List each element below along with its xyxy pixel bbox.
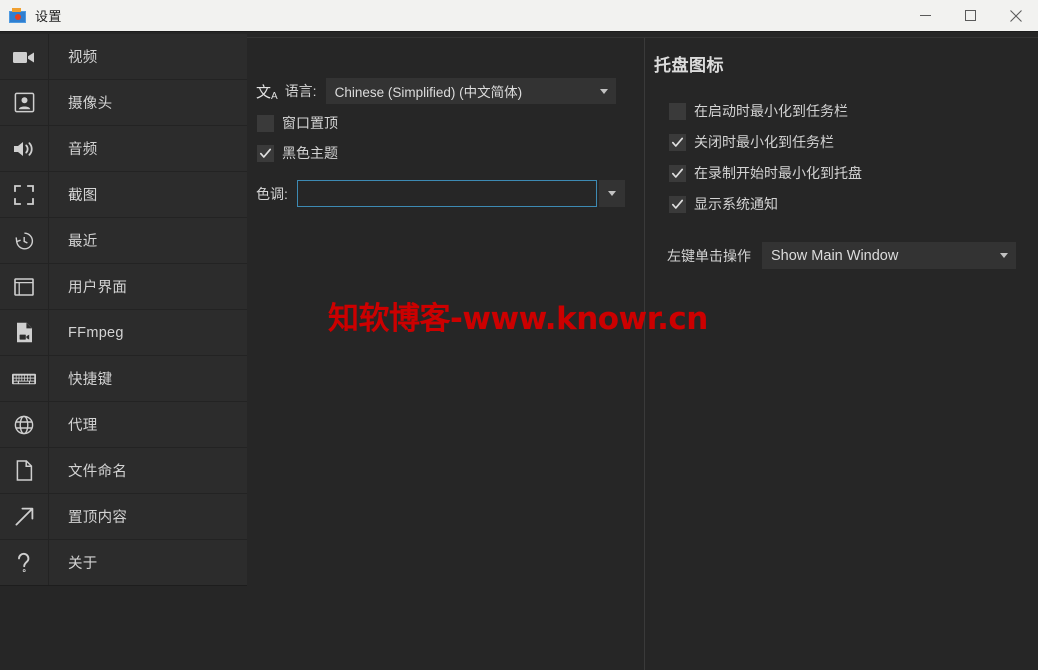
webcam-icon [0,80,49,125]
show-notifications-row[interactable]: 显示系统通知 [669,193,862,215]
sidebar-item-screenshot[interactable]: 截图 [0,172,247,218]
left-click-action-label: 左键单击操作 [667,247,751,264]
sidebar-item-label: 用户界面 [68,280,128,296]
minimize-on-record-label: 在录制开始时最小化到托盘 [694,165,862,181]
dark-theme-label: 黑色主题 [282,145,338,161]
language-row: 文A 语言: Chinese (Simplified) (中文简体) [256,78,616,104]
sidebar-item-label: 最近 [68,234,98,250]
minimize-on-startup-checkbox[interactable] [669,102,686,120]
sidebar-item-video[interactable]: 视频 [0,34,247,80]
minimize-on-startup-label: 在启动时最小化到任务栏 [694,103,848,119]
minimize-on-close-checkbox[interactable] [669,133,686,151]
tray-checkbox-group: 在启动时最小化到任务栏 关闭时最小化到任务栏 在录制开始时最小化到托盘 显示系统… [669,100,862,215]
tray-section-title: 托盘图标 [654,56,724,75]
sidebar-item-pinned[interactable]: 置顶内容 [0,494,247,540]
window-controls [903,0,1038,31]
check-icon [671,137,684,147]
sidebar-item-about[interactable]: 关于 [0,540,247,585]
sidebar-item-label: 文件命名 [68,464,128,480]
settings-sidebar: 视频 摄像头 音频 截图 最近 用户界面 FFmpeg 快捷键 代理 文件命名 … [0,34,247,586]
tint-row: 色调: [256,180,625,207]
window-layout-icon [0,264,49,309]
language-select[interactable]: Chinese (Simplified) (中文简体) [325,78,616,104]
window-content: 视频 摄像头 音频 截图 最近 用户界面 FFmpeg 快捷键 代理 文件命名 … [0,31,1038,670]
file-document-icon [0,448,49,493]
sidebar-item-recent[interactable]: 最近 [0,218,247,264]
content-top-border [0,31,1038,32]
always-on-top-label: 窗口置顶 [282,115,338,131]
close-icon [1009,9,1022,22]
question-mark-icon [0,540,49,585]
sidebar-item-label: FFmpeg [68,324,124,341]
sidebar-item-label: 关于 [68,556,98,572]
file-video-icon [0,310,49,355]
sidebar-item-label: 截图 [68,188,98,204]
minimize-on-close-label: 关闭时最小化到任务栏 [694,134,834,150]
arrow-up-right-icon [0,494,49,539]
watermark-text: 知软博客-www.knowr.cn [328,301,708,337]
check-icon [671,199,684,209]
sidebar-item-ffmpeg[interactable]: FFmpeg [0,310,247,356]
tint-dropdown-button[interactable] [598,180,625,207]
sidebar-item-webcam[interactable]: 摄像头 [0,80,247,126]
title-bar-left: 设置 [0,0,903,31]
always-on-top-checkbox[interactable] [257,114,274,132]
translate-icon: 文A [256,83,278,102]
keyboard-icon [0,356,49,401]
tint-swatch-frame[interactable] [296,180,597,207]
sidebar-item-label: 置顶内容 [68,510,128,526]
sidebar-item-label: 视频 [68,50,98,66]
settings-window: 设置 视频 摄像头 音频 截图 最近 用户界面 FFmpeg 快捷键 代理 文件… [0,0,1038,670]
sidebar-item-hotkeys[interactable]: 快捷键 [0,356,247,402]
maximize-button[interactable] [948,0,993,31]
left-click-action-row: 左键单击操作 Show Main Window [667,242,1016,269]
left-click-action-select[interactable]: Show Main Window [762,242,1016,269]
left-click-action-value: Show Main Window [771,247,899,264]
maximize-icon [965,10,976,21]
check-icon [671,168,684,178]
check-icon [259,148,272,158]
sidebar-item-ui[interactable]: 用户界面 [0,264,247,310]
sidebar-item-label: 快捷键 [68,372,113,388]
sidebar-item-filenaming[interactable]: 文件命名 [0,448,247,494]
minimize-on-record-checkbox[interactable] [669,164,686,182]
dark-theme-checkbox[interactable] [257,144,274,162]
show-notifications-label: 显示系统通知 [694,196,778,212]
minimize-icon [920,15,931,16]
window-title: 设置 [35,9,62,24]
chevron-down-icon [592,88,616,94]
show-notifications-checkbox[interactable] [669,195,686,213]
always-on-top-checkbox-row[interactable]: 窗口置顶 [257,112,338,134]
minimize-on-startup-row[interactable]: 在启动时最小化到任务栏 [669,100,862,122]
dark-theme-checkbox-row[interactable]: 黑色主题 [257,142,338,164]
minimize-button[interactable] [903,0,948,31]
globe-icon [0,402,49,447]
tint-label: 色调: [256,185,288,202]
title-bar: 设置 [0,0,1038,31]
minimize-on-close-row[interactable]: 关闭时最小化到任务栏 [669,131,862,153]
language-label: 语言: [284,83,317,99]
history-clock-icon [0,218,49,263]
ui-settings-pane: 文A 语言: Chinese (Simplified) (中文简体) 窗口置顶 [247,38,708,670]
speaker-icon [0,126,49,171]
sidebar-item-label: 代理 [68,418,98,434]
settings-main: 文A 语言: Chinese (Simplified) (中文简体) 窗口置顶 [247,38,1038,670]
screenshot-frame-icon [0,172,49,217]
language-value: Chinese (Simplified) (中文简体) [334,85,523,100]
tray-settings-pane: 托盘图标 在启动时最小化到任务栏 关闭时最小化到任务栏 在录制开始时最小化到托盘… [645,38,1038,670]
close-button[interactable] [993,0,1038,31]
sidebar-item-audio[interactable]: 音频 [0,126,247,172]
sidebar-item-proxy[interactable]: 代理 [0,402,247,448]
minimize-on-record-row[interactable]: 在录制开始时最小化到托盘 [669,162,862,184]
chevron-down-icon [992,253,1016,258]
sidebar-item-label: 音频 [68,142,98,158]
sidebar-item-label: 摄像头 [68,96,113,112]
camera-app-icon [9,8,26,23]
video-camera-icon [0,34,49,79]
tint-color-picker[interactable] [296,180,625,207]
